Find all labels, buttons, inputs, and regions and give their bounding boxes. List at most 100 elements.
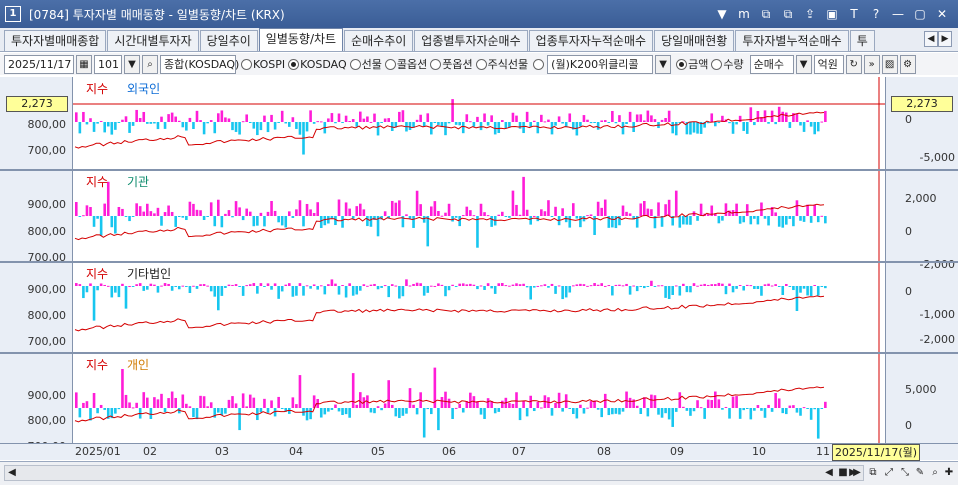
radio-dot[interactable] xyxy=(288,58,300,70)
pane-separator[interactable] xyxy=(0,169,958,171)
bar xyxy=(785,216,788,225)
tab-7[interactable]: 당일매매현황 xyxy=(654,30,735,51)
chart-toggle-icon[interactable]: ▨ xyxy=(881,54,898,74)
bar xyxy=(582,408,586,414)
stop-icon[interactable]: ■ xyxy=(836,465,850,481)
bar xyxy=(444,286,447,297)
radio-radios-0[interactable]: KOSPI xyxy=(241,56,285,72)
mode-dropdown-icon[interactable]: ▼ xyxy=(795,54,812,74)
radio-radios-3[interactable]: 콜옵션 xyxy=(384,56,427,72)
bar xyxy=(327,118,330,122)
copy-icon[interactable]: ⧉ xyxy=(780,6,796,22)
minimize-icon[interactable]: — xyxy=(890,6,906,22)
tab-5[interactable]: 업종별투자자순매수 xyxy=(414,30,528,51)
bar xyxy=(348,283,351,286)
help-icon[interactable]: ? xyxy=(868,6,884,22)
plot-area[interactable] xyxy=(73,77,885,460)
count-dropdown-icon[interactable]: ▼ xyxy=(124,54,140,74)
tab-1[interactable]: 시간대별투자자 xyxy=(107,30,199,51)
print-icon[interactable]: ▣ xyxy=(824,6,840,22)
bar xyxy=(291,286,295,297)
zoom-out-icon[interactable]: ⤢ xyxy=(882,465,896,481)
link-icon[interactable]: ⧉ xyxy=(758,6,774,22)
drawing-tool-icon[interactable]: ✎ xyxy=(913,465,927,481)
product-select[interactable]: (월)K200위클리콜 xyxy=(547,54,654,74)
bar xyxy=(96,286,99,291)
radio-radios-1[interactable]: KOSDAQ xyxy=(288,56,347,72)
radio-label: 주식선물 xyxy=(487,58,529,71)
radio-dot[interactable] xyxy=(241,58,252,70)
tab-prev-icon[interactable]: ◀ xyxy=(924,31,938,47)
count-input[interactable]: 101 xyxy=(94,54,122,74)
tab-2[interactable]: 당일추이 xyxy=(199,30,258,51)
next-page-icon[interactable]: » xyxy=(863,54,880,74)
horizontal-scrollbar[interactable] xyxy=(4,465,864,481)
radio-unit_radios-1[interactable]: 수량 xyxy=(711,56,744,72)
calendar-icon[interactable]: ▦ xyxy=(76,54,92,74)
tab-next-icon[interactable]: ▶ xyxy=(938,31,952,47)
tab-4[interactable]: 순매수추이 xyxy=(344,30,414,51)
radio-dot[interactable] xyxy=(533,58,545,70)
menu-m-icon[interactable]: m xyxy=(736,6,752,22)
zoom-fit-icon[interactable]: ⧉ xyxy=(866,465,880,481)
bar xyxy=(483,286,486,290)
bar xyxy=(596,408,600,410)
bar xyxy=(607,285,611,287)
radio-dot[interactable] xyxy=(676,58,688,70)
bar xyxy=(366,285,369,287)
mode-select[interactable]: 순매수 xyxy=(749,54,794,74)
radio-dot[interactable] xyxy=(430,58,442,70)
radio-dot[interactable] xyxy=(384,58,396,70)
search-icon[interactable]: ⌕ xyxy=(142,54,158,74)
pane-separator[interactable] xyxy=(0,261,958,263)
pane-separator[interactable] xyxy=(0,352,958,354)
text-size-icon[interactable]: T xyxy=(846,6,862,22)
scroll-left-icon[interactable]: ◀ xyxy=(5,465,19,481)
bar xyxy=(568,286,572,293)
bar xyxy=(816,408,820,439)
close-icon[interactable]: ✕ xyxy=(934,6,950,22)
radio-product[interactable] xyxy=(533,58,545,70)
radio-unit_radios-0[interactable]: 금액 xyxy=(676,56,708,72)
radio-radios-2[interactable]: 선물 xyxy=(349,56,382,72)
tab-3[interactable]: 일별동향/차트 xyxy=(258,28,344,51)
product-dropdown-icon[interactable]: ▼ xyxy=(655,54,672,74)
market-field[interactable]: 종합(KOSDAQ) xyxy=(160,54,239,74)
magnify-icon[interactable]: ⌕ xyxy=(928,465,942,481)
bar xyxy=(710,400,714,408)
tab-0[interactable]: 투자자별매매종합 xyxy=(4,30,107,51)
radio-radios-5[interactable]: 주식선물 xyxy=(475,56,529,72)
bar xyxy=(266,211,270,216)
bar xyxy=(231,216,234,218)
bar xyxy=(153,122,156,124)
tab-6[interactable]: 업종투자자누적순매수 xyxy=(528,30,654,51)
bar xyxy=(621,285,625,287)
radio-radios-4[interactable]: 풋옵션 xyxy=(430,56,473,72)
bar xyxy=(213,286,217,297)
bar xyxy=(437,283,440,286)
bar xyxy=(554,402,557,408)
bar xyxy=(412,283,415,286)
refresh-icon[interactable]: ↻ xyxy=(845,54,862,74)
radio-dot[interactable] xyxy=(349,58,361,70)
bar xyxy=(291,216,295,218)
bar xyxy=(327,408,330,412)
bar xyxy=(75,202,78,216)
investor-chart[interactable] xyxy=(73,77,885,460)
play-icon[interactable]: ▶ xyxy=(850,465,864,481)
maximize-icon[interactable]: ▢ xyxy=(912,6,928,22)
tab-8[interactable]: 투자자별누적순매수 xyxy=(735,30,849,51)
bar xyxy=(398,286,401,299)
crosshair-icon[interactable]: ✚ xyxy=(942,465,956,481)
save-window-icon[interactable]: ⇪ xyxy=(802,6,818,22)
radio-dot[interactable] xyxy=(475,58,487,70)
step-back-icon[interactable]: ◀ xyxy=(822,465,836,481)
gear-icon[interactable]: ⚙ xyxy=(899,54,916,74)
arrow-down-icon[interactable]: ▼ xyxy=(714,6,730,22)
zoom-in-icon[interactable]: ⤡ xyxy=(898,465,912,481)
bar xyxy=(490,286,493,289)
tab-9[interactable]: 투 xyxy=(849,30,875,51)
date-input[interactable]: 2025/11/17 xyxy=(4,54,74,74)
radio-dot[interactable] xyxy=(711,58,723,70)
bar xyxy=(390,200,394,216)
